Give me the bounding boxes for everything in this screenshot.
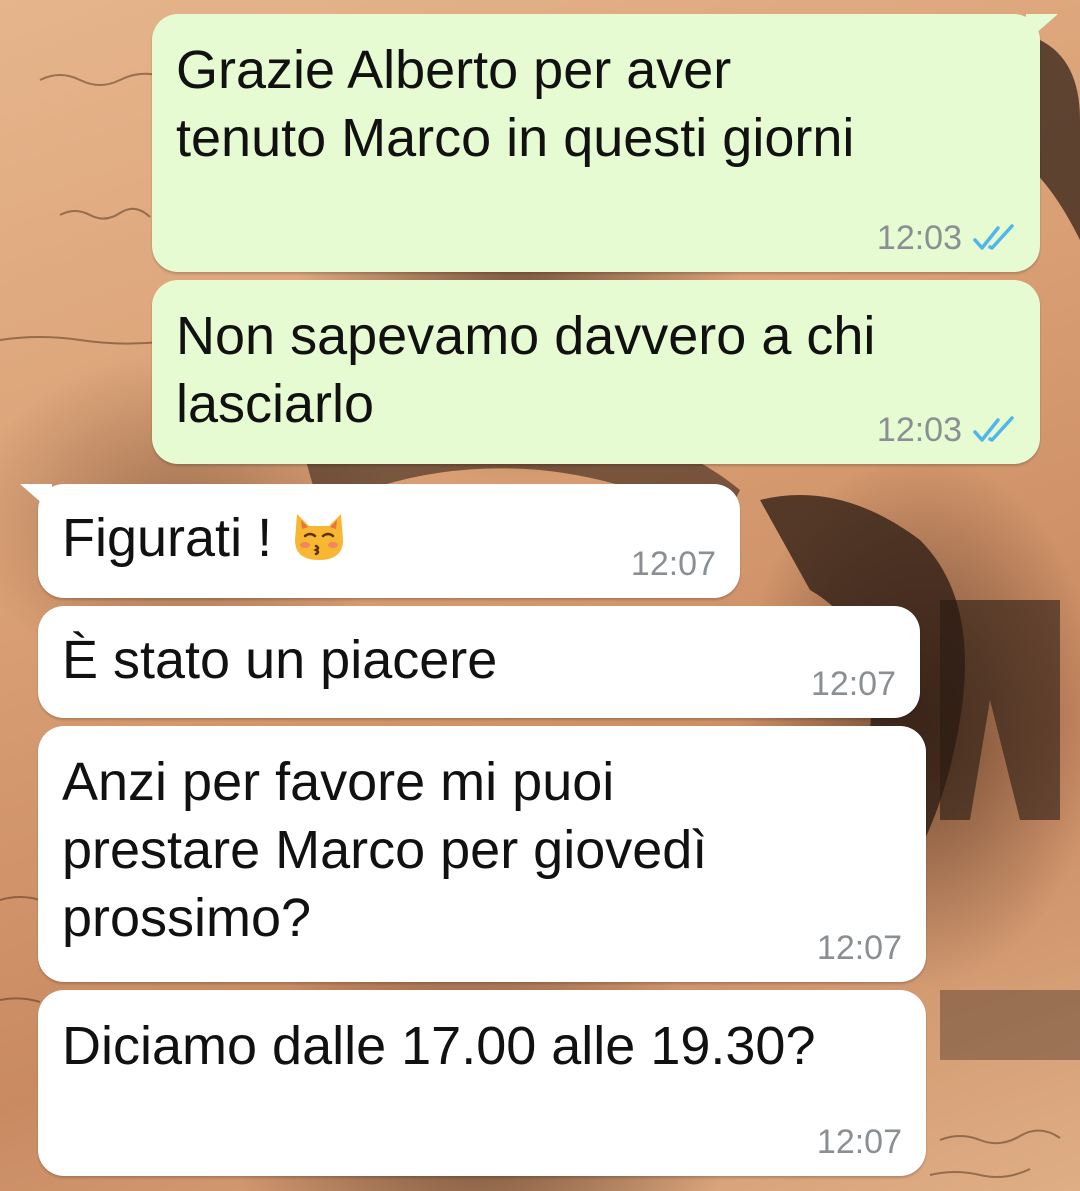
message-time: 12:07 bbox=[810, 665, 896, 703]
message-text: Figurati ! bbox=[62, 504, 716, 572]
message-time: 12:07 bbox=[630, 545, 716, 583]
message-text-content: Figurati ! bbox=[62, 508, 288, 568]
message-bubble-incoming[interactable]: Anzi per favore mi puoi prestare Marco p… bbox=[38, 726, 926, 982]
message-bubble-outgoing[interactable]: Grazie Alberto per aver tenuto Marco in … bbox=[152, 14, 1058, 272]
message-text: Diciamo dalle 17.00 alle 19.30? bbox=[62, 1016, 816, 1076]
double-check-icon bbox=[973, 224, 1014, 250]
message-meta: 12:03 bbox=[877, 218, 1016, 258]
message-time: 12:07 bbox=[816, 1123, 902, 1161]
message-list[interactable]: Grazie Alberto per aver tenuto Marco in … bbox=[0, 0, 1080, 1191]
message-time: 12:03 bbox=[876, 411, 962, 449]
kissing-cat-emoji-icon bbox=[295, 514, 344, 560]
message-text: È stato un piacere bbox=[62, 630, 498, 690]
bubble-tail bbox=[20, 484, 52, 512]
double-check-icon bbox=[973, 416, 1014, 442]
message-meta: 12:07 bbox=[811, 664, 896, 704]
message-bubble-incoming[interactable]: È stato un piacere 12:07 bbox=[38, 606, 920, 718]
message-meta: 12:03 bbox=[877, 410, 1016, 450]
message-time: 12:07 bbox=[816, 929, 902, 967]
message-meta: 12:07 bbox=[631, 544, 716, 584]
message-text: Grazie Alberto per aver tenuto Marco in … bbox=[176, 40, 855, 168]
message-meta: 12:07 bbox=[817, 1122, 902, 1162]
message-text: Anzi per favore mi puoi prestare Marco p… bbox=[62, 752, 708, 948]
bubble-tail bbox=[1026, 14, 1058, 42]
message-time: 12:03 bbox=[876, 219, 962, 257]
message-bubble-incoming[interactable]: Figurati ! 12:07 bbox=[20, 484, 740, 598]
message-bubble-incoming[interactable]: Diciamo dalle 17.00 alle 19.30? 12:07 bbox=[38, 990, 926, 1176]
message-bubble-outgoing[interactable]: Non sapevamo davvero a chi lasciarlo 12:… bbox=[152, 280, 1040, 464]
message-meta: 12:07 bbox=[817, 928, 902, 968]
